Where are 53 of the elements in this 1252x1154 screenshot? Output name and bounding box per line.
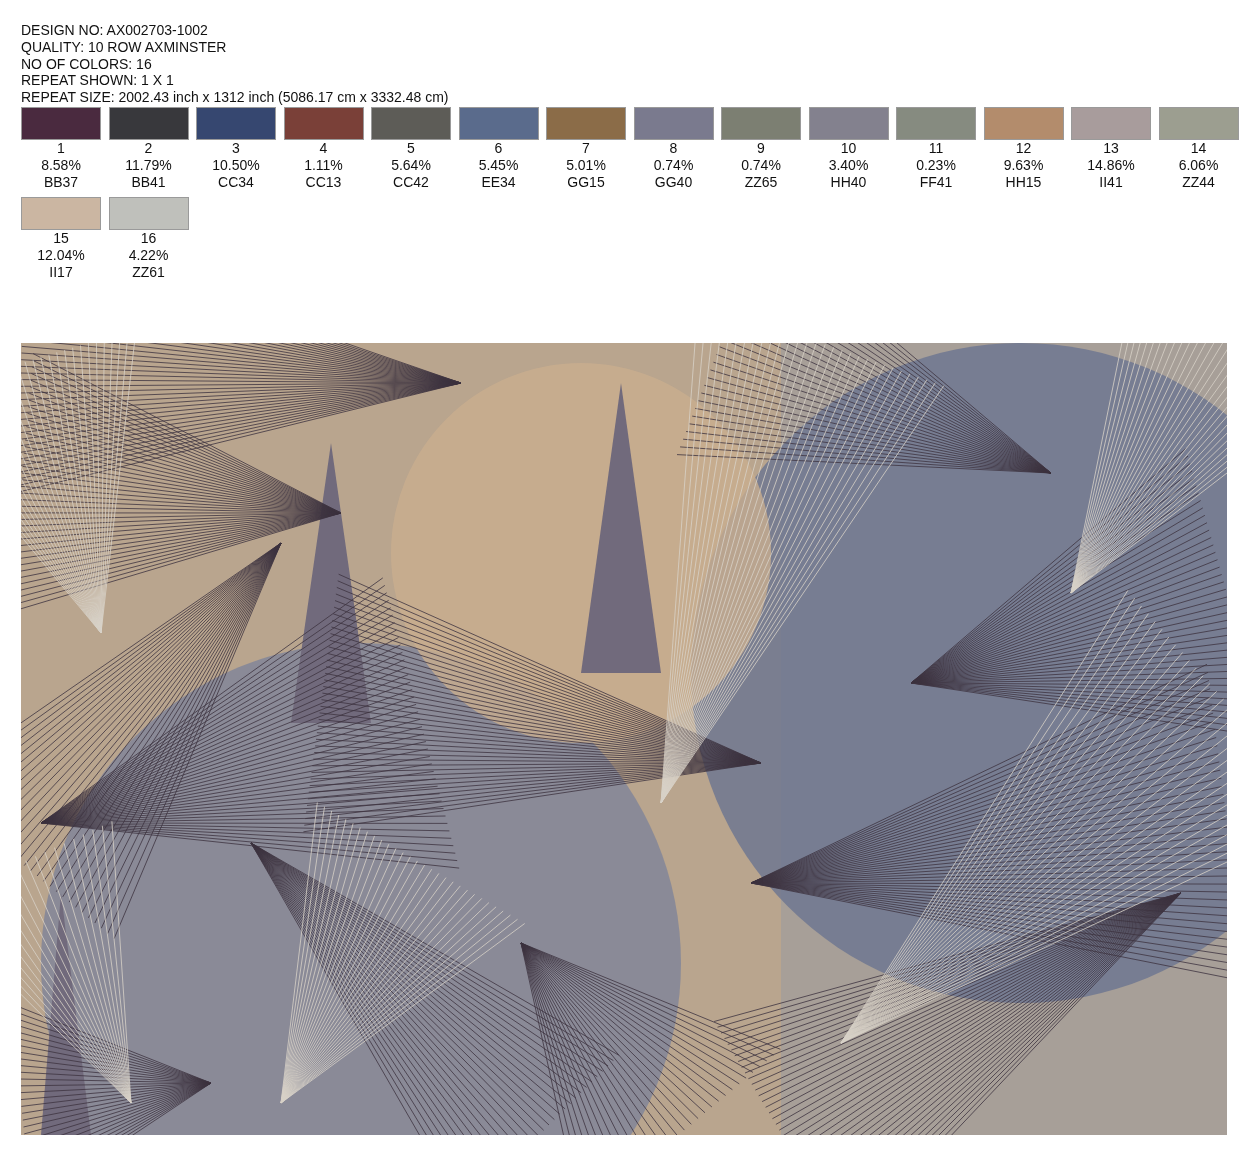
- color-code: II41: [1098, 174, 1124, 191]
- color-number: 16: [139, 230, 158, 247]
- spec-line: DESIGN NO: AX002703-1002: [21, 22, 209, 39]
- color-percentage: 8.58%: [40, 157, 82, 174]
- spec-line: REPEAT SHOWN: 1 X 1: [21, 72, 175, 90]
- color-code: HH15: [1004, 174, 1043, 191]
- color-code: EE34: [480, 174, 517, 191]
- color-code: ZZ61: [131, 264, 166, 281]
- color-percentage: 6.06%: [1177, 157, 1220, 174]
- color-number: 4: [318, 140, 329, 157]
- spec-line: REPEAT SIZE: 2002.43 inch x 1312 inch (5086.17 cm x 3332.48 cm): [21, 89, 450, 106]
- color-number: 6: [493, 140, 504, 157]
- color-number: 3: [231, 140, 241, 157]
- color-percentage: 0.74%: [740, 157, 782, 174]
- color-percentage: 14.86%: [1086, 157, 1136, 174]
- color-number: 12: [1014, 140, 1033, 157]
- color-percentage: 5.64%: [390, 157, 432, 174]
- color-percentage: 1.11%: [303, 157, 344, 174]
- color-percentage: 9.63%: [1002, 157, 1045, 174]
- color-code: BB37: [42, 174, 80, 191]
- color-number: 14: [1189, 140, 1208, 157]
- color-percentage: 11.79%: [124, 157, 173, 174]
- spec-line: QUALITY: 10 ROW AXMINSTER: [21, 38, 228, 56]
- color-percentage: 5.01%: [565, 157, 607, 174]
- spec-line: NO OF COLORS: 16: [21, 55, 153, 73]
- color-code: II17: [48, 264, 74, 281]
- color-percentage: 0.23%: [915, 157, 957, 174]
- color-code: CC13: [304, 174, 343, 191]
- color-percentage: 5.45%: [477, 157, 520, 174]
- color-code: ZZ65: [743, 174, 779, 191]
- color-code: FF41: [918, 174, 954, 191]
- color-number: 10: [839, 140, 858, 157]
- color-code: ZZ44: [1181, 174, 1216, 191]
- color-percentage: 3.40%: [827, 157, 870, 174]
- color-number: 1: [56, 140, 66, 157]
- color-code: GG40: [653, 174, 694, 191]
- color-number: 7: [581, 140, 591, 157]
- color-number: 15: [52, 230, 70, 247]
- color-number: 13: [1102, 140, 1120, 157]
- color-number: 5: [406, 140, 416, 157]
- color-code: CC34: [217, 174, 255, 191]
- color-number: 2: [143, 140, 154, 157]
- color-code: HH40: [829, 174, 868, 191]
- color-code: GG15: [566, 174, 606, 191]
- color-code: BB41: [130, 174, 167, 191]
- color-code: CC42: [392, 174, 430, 191]
- color-number: 11: [927, 140, 945, 157]
- color-number: 8: [668, 140, 679, 157]
- color-number: 9: [756, 140, 766, 157]
- color-percentage: 12.04%: [36, 247, 86, 264]
- color-percentage: 0.74%: [652, 157, 695, 174]
- color-percentage: 4.22%: [127, 247, 170, 264]
- color-percentage: 10.50%: [211, 157, 261, 174]
